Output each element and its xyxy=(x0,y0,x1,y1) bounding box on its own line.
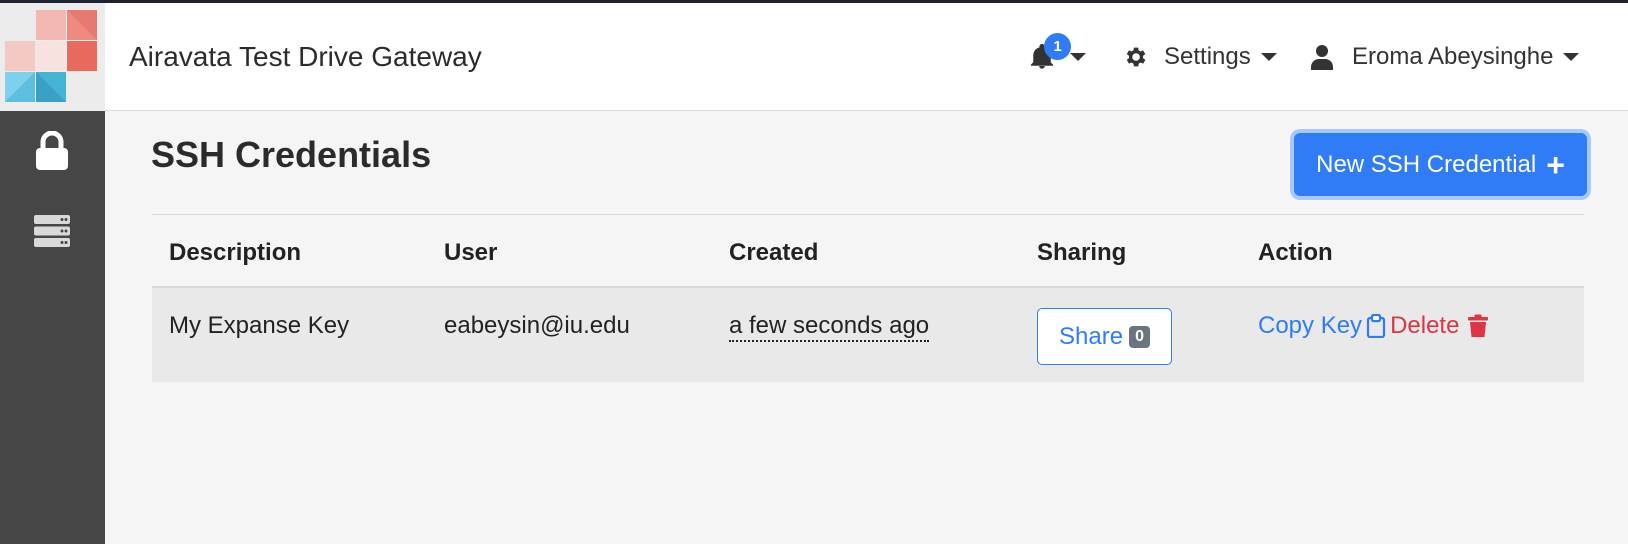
table-header: Description User Created Sharing Action xyxy=(152,215,1584,288)
column-header-sharing: Sharing xyxy=(1037,239,1127,266)
chevron-down-icon xyxy=(1563,53,1580,61)
settings-label: Settings xyxy=(1164,43,1251,70)
gear-icon xyxy=(1126,47,1146,67)
sidebar xyxy=(0,111,105,544)
column-header-created: Created xyxy=(729,239,819,266)
column-header-description: Description xyxy=(169,239,302,266)
new-ssh-credential-label: New SSH Credential xyxy=(1316,150,1537,178)
credentials-table: Description User Created Sharing Action … xyxy=(152,214,1584,382)
clipboard-icon[interactable] xyxy=(1366,314,1386,338)
lock-icon xyxy=(36,130,68,170)
logo-icon xyxy=(5,10,97,102)
notifications-dropdown[interactable]: 1 xyxy=(1028,3,1086,111)
header-bar: Airavata Test Drive Gateway 1 Settings E… xyxy=(0,3,1628,111)
share-label: Share xyxy=(1059,322,1124,350)
gateway-logo[interactable] xyxy=(0,3,105,111)
sidebar-item-storage[interactable] xyxy=(34,215,70,252)
chevron-down-icon xyxy=(1260,53,1277,61)
page-title: SSH Credentials xyxy=(151,134,432,175)
cell-description: My Expanse Key xyxy=(169,312,350,339)
column-header-user: User xyxy=(444,239,498,266)
share-button[interactable]: Share 0 xyxy=(1037,308,1172,365)
column-header-action: Action xyxy=(1258,239,1333,266)
share-count-badge: 0 xyxy=(1129,325,1150,348)
settings-dropdown[interactable]: Settings xyxy=(1122,3,1277,111)
new-ssh-credential-button[interactable]: New SSH Credential + xyxy=(1294,133,1587,196)
user-name: Eroma Abeysinghe xyxy=(1352,43,1554,70)
cell-action: Copy Key Delete xyxy=(1258,312,1489,340)
user-icon xyxy=(1311,45,1333,70)
plus-icon: + xyxy=(1546,146,1565,183)
user-dropdown[interactable]: Eroma Abeysinghe xyxy=(1310,3,1580,111)
server-icon xyxy=(34,215,70,247)
delete-link[interactable]: Delete xyxy=(1390,312,1459,340)
table-row: My Expanse Key eabeysin@iu.edu a few sec… xyxy=(152,288,1584,382)
copy-key-link[interactable]: Copy Key xyxy=(1258,312,1362,340)
sidebar-item-credentials[interactable] xyxy=(34,130,70,176)
chevron-down-icon xyxy=(1070,53,1086,61)
trash-icon[interactable] xyxy=(1467,314,1489,338)
notification-count-badge: 1 xyxy=(1044,33,1071,60)
cell-created: a few seconds ago xyxy=(729,312,930,342)
cell-user: eabeysin@iu.edu xyxy=(444,312,630,339)
app-title[interactable]: Airavata Test Drive Gateway xyxy=(129,41,482,73)
